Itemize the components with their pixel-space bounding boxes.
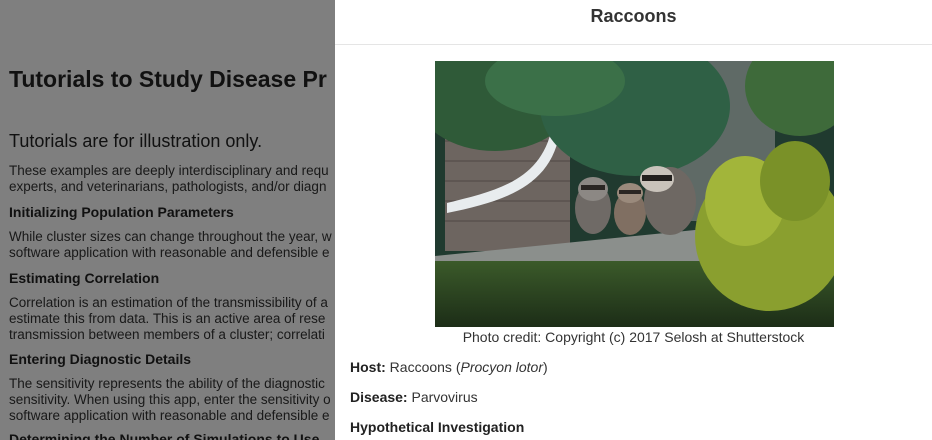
disease-label: Disease: [350,389,408,405]
panel-header: Raccoons [335,0,932,45]
side-panel: Raccoons Photo credit: Copyright (c) 201… [335,0,932,440]
host-name: Raccoons [389,359,452,375]
investigation-heading: Hypothetical Investigation [350,419,524,435]
host-label: Host: [350,359,386,375]
raccoons-photo [435,61,834,327]
host-latin-name: Procyon lotor [460,359,543,375]
host-detail: Host: Raccoons (Procyon lotor) [350,359,548,375]
photo-caption: Photo credit: Copyright (c) 2017 Selosh … [462,329,805,345]
panel-title: Raccoons [590,6,677,26]
disease-detail: Disease: Parvovirus [350,389,478,405]
investigation-heading-text: Hypothetical Investigation [350,419,525,435]
disease-value: Parvovirus [411,389,478,405]
